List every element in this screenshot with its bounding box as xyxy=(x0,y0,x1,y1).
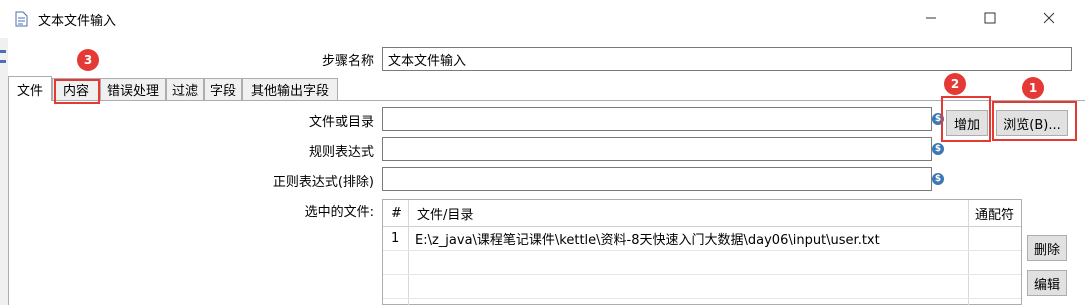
tab-error-handling[interactable]: 错误处理 xyxy=(100,78,166,100)
title-bar: 文本文件输入 xyxy=(0,0,1085,38)
variable-icon: $ xyxy=(932,143,944,155)
badge-2: 2 xyxy=(944,73,966,95)
step-name-label: 步骤名称 xyxy=(321,54,374,69)
highlight-add-button xyxy=(941,96,991,142)
regex-exclude-label: 正则表达式(排除) xyxy=(272,175,374,190)
edge-marker xyxy=(0,50,6,53)
file-or-dir-label: 文件或目录 xyxy=(308,115,374,130)
regex-label: 规则表达式 xyxy=(308,145,374,160)
column-header-num: # xyxy=(391,205,402,221)
column-header-wildcard: 通配符 xyxy=(975,207,1015,223)
variable-icon: $ xyxy=(932,173,944,185)
minimize-icon xyxy=(926,17,936,19)
minimize-button[interactable] xyxy=(904,0,958,36)
table-row-path[interactable]: E:\z_java\课程笔记课件\kettle\资料-8天快速入门大数据\day… xyxy=(415,226,965,250)
column-header-path: 文件/目录 xyxy=(417,207,474,223)
selected-files-table: # 文件/目录 通配符 1 E:\z_java\课程笔记课件\kettle\资料… xyxy=(382,199,1022,305)
edge-marker xyxy=(0,60,6,63)
regex-exclude-input[interactable] xyxy=(382,167,932,191)
text-file-input-icon xyxy=(15,11,28,27)
edit-button[interactable]: 编辑 xyxy=(1027,270,1067,296)
close-icon xyxy=(1043,12,1055,24)
tab-fields[interactable]: 字段 xyxy=(204,78,242,100)
background-window-edge xyxy=(0,38,8,305)
badge-1: 1 xyxy=(1022,77,1044,99)
badge-3: 3 xyxy=(77,49,99,71)
tab-file[interactable]: 文件 xyxy=(8,76,52,101)
tab-filter[interactable]: 过滤 xyxy=(166,78,204,100)
window-title: 文本文件输入 xyxy=(38,14,117,29)
highlight-content-tab xyxy=(54,79,100,104)
table-row-wildcard[interactable] xyxy=(975,226,1021,250)
delete-button[interactable]: 删除 xyxy=(1027,235,1067,261)
tab-other-output-fields[interactable]: 其他输出字段 xyxy=(242,78,338,100)
file-or-dir-input[interactable] xyxy=(382,107,932,131)
row-number: 1 xyxy=(391,230,400,246)
selected-files-label: 选中的文件: xyxy=(304,205,374,220)
maximize-icon xyxy=(984,12,996,24)
step-name-input[interactable]: 文本文件输入 xyxy=(382,47,1072,71)
close-button[interactable] xyxy=(1022,0,1076,36)
highlight-browse-button xyxy=(992,101,1077,141)
maximize-button[interactable] xyxy=(963,0,1017,36)
regex-input[interactable] xyxy=(382,137,932,161)
